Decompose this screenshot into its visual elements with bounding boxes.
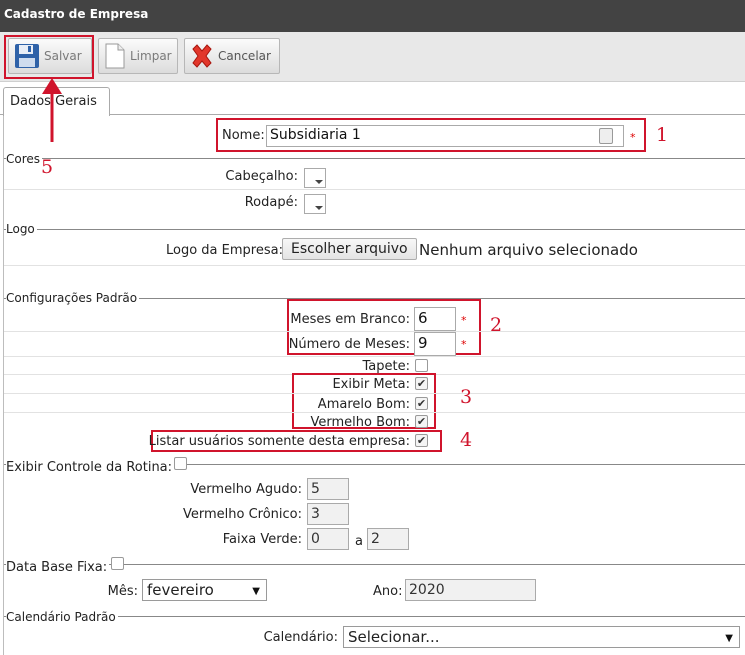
mes-label: Mês: [107, 584, 138, 599]
faixa-verde-from-field: 0 [307, 528, 349, 550]
logo-legend: Logo [6, 222, 37, 236]
data-base-legend: Data Base Fixa: [6, 560, 110, 575]
nome-required-marker: * [630, 131, 636, 144]
calendario-select[interactable]: Selecionar... ▼ [343, 626, 740, 648]
data-base-checkbox[interactable] [111, 557, 124, 570]
meses-branco-label: Meses em Branco: [290, 312, 410, 327]
vermelho-cronico-field: 3 [307, 503, 349, 525]
nome-input[interactable]: Subsidiaria 1 [266, 125, 624, 147]
numero-meses-label: Número de Meses: [288, 337, 410, 352]
red-x-icon [189, 43, 215, 69]
faixa-verde-label: Faixa Verde: [222, 532, 302, 547]
file-status-text: Nenhum arquivo selecionado [419, 241, 638, 259]
vermelho-bom-label: Vermelho Bom: [310, 415, 410, 430]
ano-field: 2020 [405, 579, 536, 601]
annotation-box-save [4, 35, 94, 79]
mes-selected-value: fevereiro [147, 581, 214, 599]
cancel-label: Cancelar [218, 49, 271, 63]
cores-legend: Cores [6, 152, 43, 166]
separator [4, 412, 745, 413]
header-color-picker[interactable] [304, 168, 326, 188]
tapete-checkbox[interactable] [415, 359, 428, 372]
numero-meses-input[interactable]: 9 [414, 332, 456, 356]
numero-meses-required: * [461, 338, 467, 351]
rotina-checkbox[interactable] [174, 457, 187, 470]
tab-strip [0, 82, 745, 115]
mes-select[interactable]: fevereiro ▼ [142, 579, 267, 601]
faixa-verde-to-field: 2 [367, 528, 409, 550]
annotation-number-1: 1 [656, 124, 669, 146]
logo-label: Logo da Empresa: [166, 243, 283, 258]
choose-file-button[interactable]: Escolher arquivo [282, 238, 417, 260]
calendario-legend: Calendário Padrão [6, 610, 118, 624]
form-left-border [3, 116, 4, 655]
separator [4, 265, 745, 266]
annotation-number-2: 2 [490, 314, 503, 336]
vermelho-bom-checkbox[interactable]: ✔ [415, 415, 428, 428]
toolbar: Salvar Limpar Cancelar [0, 32, 745, 82]
rotina-legend: Exibir Controle da Rotina: [6, 460, 175, 475]
logo-fieldset-border [4, 229, 745, 230]
exibir-meta-label: Exibir Meta: [332, 377, 410, 392]
window-title: Cadastro de Empresa [0, 0, 745, 32]
nome-label: Nome: [222, 128, 265, 143]
clear-button[interactable]: Limpar [98, 38, 178, 74]
header-color-label: Cabeçalho: [225, 169, 298, 184]
dropdown-caret-icon: ▼ [725, 633, 733, 644]
tapete-label: Tapete: [362, 359, 410, 374]
dropdown-caret-icon: ▼ [252, 586, 260, 597]
autofill-icon[interactable] [599, 128, 613, 144]
cores-fieldset-border [4, 158, 745, 159]
ano-label: Ano: [373, 584, 403, 599]
exibir-meta-checkbox[interactable]: ✔ [415, 377, 428, 390]
config-legend: Configurações Padrão [6, 291, 140, 305]
footer-color-label: Rodapé: [244, 195, 298, 210]
cancel-button[interactable]: Cancelar [184, 38, 280, 74]
calendario-selected-value: Selecionar... [348, 628, 440, 646]
meses-branco-required: * [461, 314, 467, 327]
amarelo-bom-checkbox[interactable]: ✔ [415, 397, 428, 410]
amarelo-bom-label: Amarelo Bom: [317, 397, 410, 412]
calendario-label: Calendário: [263, 630, 338, 645]
vermelho-agudo-label: Vermelho Agudo: [190, 482, 302, 497]
separator [4, 189, 745, 190]
separator [4, 356, 745, 357]
faixa-verde-separator: a [355, 534, 363, 549]
listar-usuarios-checkbox[interactable]: ✔ [415, 434, 428, 447]
annotation-number-3: 3 [460, 386, 473, 408]
footer-color-picker[interactable] [304, 194, 326, 214]
annotation-arrow [42, 78, 62, 142]
vermelho-cronico-label: Vermelho Crônico: [182, 507, 302, 522]
annotation-number-5: 5 [41, 156, 54, 178]
blank-document-icon [103, 42, 127, 70]
annotation-number-4: 4 [460, 429, 473, 451]
vermelho-agudo-field: 5 [307, 478, 349, 500]
meses-branco-input[interactable]: 6 [414, 307, 456, 331]
nome-value: Subsidiaria 1 [270, 127, 361, 143]
separator [4, 393, 745, 394]
separator [4, 331, 745, 332]
listar-usuarios-label: Listar usuários somente desta empresa: [148, 434, 410, 449]
clear-label: Limpar [130, 49, 172, 63]
